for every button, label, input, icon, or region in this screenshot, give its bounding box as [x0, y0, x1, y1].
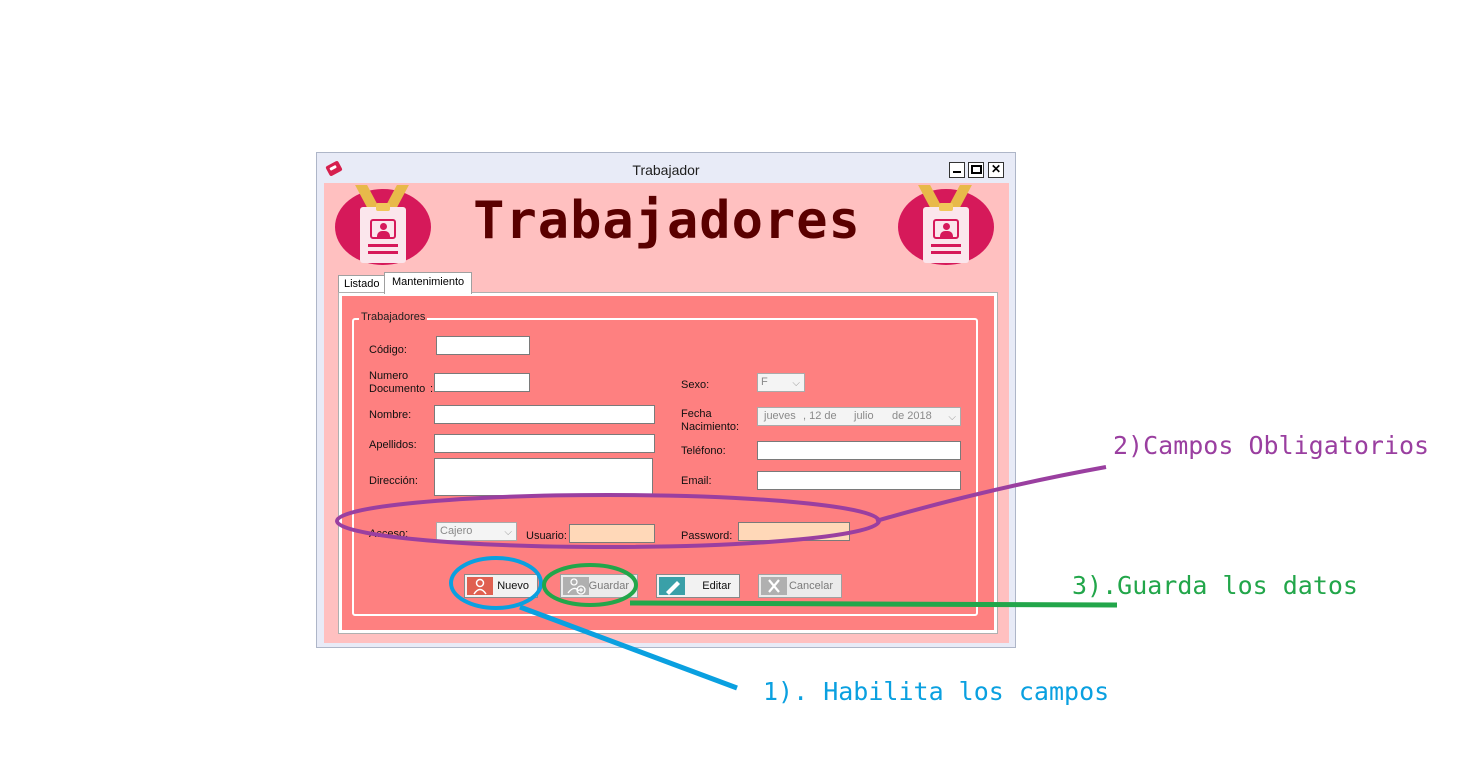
- acceso-value: Cajero: [440, 525, 473, 537]
- acceso-select[interactable]: Cajero ⌵: [436, 522, 517, 541]
- form-client: Trabajadores Listado Mantenimiento Traba…: [324, 183, 1009, 643]
- sexo-select[interactable]: F ⌵: [757, 373, 805, 392]
- tab-listado[interactable]: Listado: [338, 275, 386, 293]
- email-label: Email:: [681, 475, 712, 487]
- brand-title: Trabajadores: [473, 191, 861, 251]
- group-title: Trabajadores: [359, 311, 428, 323]
- minimize-icon: [953, 171, 961, 173]
- documento-label-colon: :: [430, 383, 434, 395]
- acceso-label: Acceso:: [369, 528, 409, 540]
- guardar-label: Guardar: [588, 580, 629, 592]
- fecha-day-name: jueves: [764, 410, 796, 422]
- apellidos-label: Apellidos:: [369, 439, 417, 451]
- nombre-field[interactable]: [434, 405, 655, 424]
- window-title: Trabajador: [632, 162, 700, 178]
- pencil-icon: [659, 577, 685, 595]
- annotation-campos-obligatorios: 2)Campos Obligatorios: [1113, 431, 1430, 460]
- editar-button[interactable]: Editar: [656, 574, 740, 598]
- fecha-day: , 12 de: [803, 410, 837, 422]
- fecha-nacimiento-picker[interactable]: jueves , 12 de julio de 2018 ⌵: [757, 407, 961, 426]
- guardar-button[interactable]: Guardar: [560, 574, 638, 598]
- sexo-label: Sexo:: [681, 379, 710, 391]
- user-icon: [467, 577, 493, 595]
- documento-label-line2: Documento: [369, 383, 426, 395]
- close-x-icon: [761, 577, 787, 595]
- documento-field[interactable]: [434, 373, 530, 392]
- direccion-field[interactable]: [434, 458, 653, 496]
- chevron-down-icon: ⌵: [504, 527, 512, 538]
- close-button[interactable]: ✕: [988, 162, 1004, 178]
- telefono-label: Teléfono:: [681, 445, 726, 457]
- maximize-button[interactable]: [968, 162, 984, 178]
- nuevo-button[interactable]: Nuevo: [464, 574, 538, 598]
- telefono-field[interactable]: [757, 441, 961, 460]
- codigo-label: Código:: [369, 344, 407, 356]
- documento-label-line1: Numero: [369, 370, 409, 382]
- fecha-year: de 2018: [892, 410, 932, 422]
- title-bar[interactable]: Trabajador ✕: [317, 153, 1015, 183]
- codigo-field[interactable]: [436, 336, 530, 355]
- password-label: Password:: [681, 530, 733, 542]
- fecha-month: julio: [854, 410, 874, 422]
- email-field[interactable]: [757, 471, 961, 490]
- close-icon: ✕: [990, 162, 1002, 176]
- annotation-habilita-campos: 1). Habilita los campos: [763, 677, 1110, 706]
- fecha-label-line1: Fecha: [681, 408, 712, 420]
- chevron-down-icon: ⌵: [948, 412, 956, 423]
- direccion-label: Dirección:: [369, 475, 418, 487]
- cancelar-label: Cancelar: [788, 580, 833, 592]
- tab-page-mantenimiento: Trabajadores Código: Numero Documento : …: [338, 292, 998, 634]
- tab-mantenimiento[interactable]: Mantenimiento: [384, 272, 473, 294]
- app-window: Trabajador ✕ Trabajadores Listado Manten…: [316, 152, 1016, 648]
- sexo-value: F: [761, 376, 768, 388]
- nuevo-label: Nuevo: [497, 580, 529, 592]
- annotation-guarda-datos: 3).Guarda los datos: [1072, 571, 1358, 600]
- chevron-down-icon: ⌵: [792, 378, 800, 389]
- apellidos-field[interactable]: [434, 434, 655, 453]
- fecha-label-line2: Nacimiento:: [681, 421, 740, 433]
- minimize-button[interactable]: [949, 162, 965, 178]
- nombre-label: Nombre:: [369, 409, 412, 421]
- badge-icon-left: [335, 185, 431, 265]
- usuario-field[interactable]: [569, 524, 655, 543]
- add-user-icon: [563, 577, 589, 595]
- cancelar-button[interactable]: Cancelar: [758, 574, 842, 598]
- maximize-icon: [970, 165, 982, 174]
- editar-label: Editar: [702, 580, 731, 592]
- tab-page-content: Trabajadores Código: Numero Documento : …: [342, 296, 994, 630]
- badge-icon-right: [898, 185, 994, 265]
- usuario-label: Usuario:: [526, 530, 567, 542]
- password-field[interactable]: [738, 522, 850, 541]
